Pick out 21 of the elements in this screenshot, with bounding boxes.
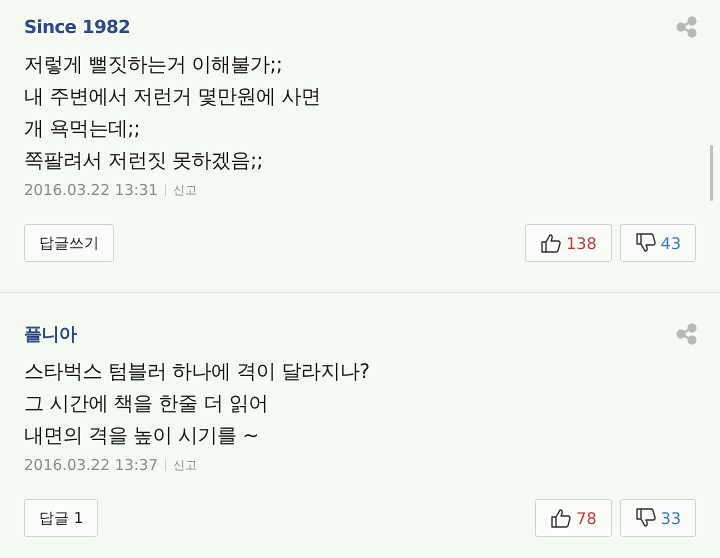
like-button[interactable]: 78: [535, 499, 612, 537]
reply-button[interactable]: 답글 1: [24, 499, 98, 537]
comment-text: 저렇게 뻘짓하는거 이해불가;; 내 주변에서 저런거 몇만원에 사면 개 욕먹는데;; 쪽팔려서 저런짓 못하겠음;;: [24, 51, 322, 174]
thumbs-down-icon: [634, 232, 657, 254]
like-button[interactable]: 138: [525, 224, 612, 262]
dislike-button[interactable]: 33: [620, 499, 696, 537]
author-name[interactable]: 플니아: [24, 322, 76, 346]
scrollbar[interactable]: [710, 145, 713, 201]
reply-button[interactable]: 답글쓰기: [24, 224, 114, 262]
share-icon[interactable]: [676, 16, 698, 38]
thumbs-down-icon: [634, 507, 657, 529]
dislike-button[interactable]: 43: [620, 224, 696, 262]
report-link[interactable]: 신고: [172, 456, 197, 474]
report-link[interactable]: 신고: [172, 182, 197, 198]
thumbs-up-icon: [540, 232, 562, 254]
author-name[interactable]: Since 1982: [24, 16, 130, 38]
comment-text: 스타벅스 텀블러 하나에 격이 달라지나? 그 시간에 책을 한줄 더 읽어 내면의 격을 높이 시기를 ~: [24, 358, 371, 449]
share-icon[interactable]: [676, 323, 698, 345]
comment-date: 2016.03.22 13:37: [24, 456, 158, 474]
comment-date: 2016.03.22 13:31: [24, 181, 158, 199]
thumbs-up-icon: [550, 507, 572, 529]
